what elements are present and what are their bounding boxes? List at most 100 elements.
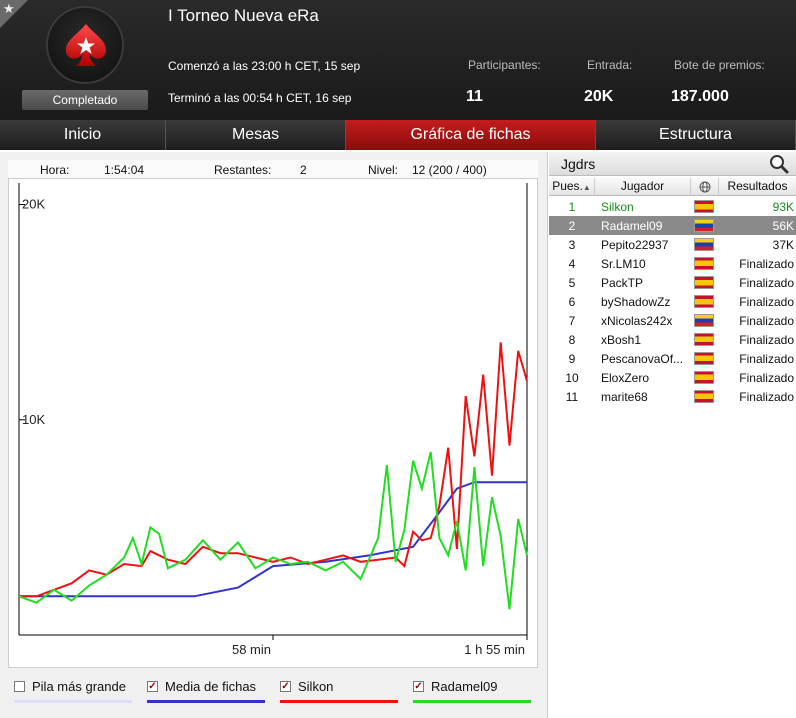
player-position: 10 <box>565 371 579 385</box>
player-result: Finalizado <box>739 390 794 404</box>
player-row[interactable]: 10 EloxZero Finalizado <box>549 368 796 387</box>
chip-chart-svg: 20K 10K 58 min 1 h 55 min <box>18 183 528 657</box>
player-name: PescanovaOf... <box>601 352 684 366</box>
player-position: 8 <box>568 333 576 347</box>
chart-info-row: Hora: 1:54:04 Restantes: 2 Nivel: 12 (20… <box>8 160 538 178</box>
chip-chart-panel: Hora: 1:54:04 Restantes: 2 Nivel: 12 (20… <box>0 152 548 718</box>
player-name: xBosh1 <box>601 333 642 347</box>
venezuela-flag-icon <box>694 219 714 232</box>
x-tick-label: 58 min <box>232 642 271 657</box>
players-panel: Jgdrs Pues.▲ Jugador Resultados 1 Silkon 9… <box>549 152 796 718</box>
player-row[interactable]: 6 byShadowZz Finalizado <box>549 292 796 311</box>
player-name: EloxZero <box>601 371 650 385</box>
spain-flag-icon <box>694 276 714 289</box>
tab-grafica-de-fichas[interactable]: Gráfica de fichas <box>346 120 596 150</box>
player-result: Finalizado <box>739 314 794 328</box>
average-stack-checkbox[interactable]: ✓ <box>147 681 158 692</box>
player-position: 4 <box>568 257 576 271</box>
hora-value: 1:54:04 <box>104 163 145 177</box>
player-position: 2 <box>568 219 576 233</box>
spain-flag-icon <box>694 371 714 384</box>
player-row[interactable]: 2 Radamel09 56K <box>549 216 796 235</box>
player-name: Sr.LM10 <box>601 257 646 271</box>
player-position: 7 <box>568 314 576 328</box>
legend-color-bar <box>14 700 132 703</box>
player-row[interactable]: 3 Pepito22937 37K <box>549 235 796 254</box>
player-result: Finalizado <box>739 352 794 366</box>
series-line-media-de-fichas <box>19 481 527 598</box>
spade-icon <box>66 24 106 66</box>
spain-flag-icon <box>694 352 714 365</box>
player-row[interactable]: 8 xBosh1 Finalizado <box>549 330 796 349</box>
player-position: 9 <box>568 352 576 366</box>
player-row[interactable]: 5 PackTP Finalizado <box>549 273 796 292</box>
status-badge: Completado <box>22 90 148 110</box>
spain-flag-icon <box>694 200 714 213</box>
player-result: 37K <box>772 238 794 252</box>
nivel-label: Nivel: <box>368 163 399 177</box>
column-header-results[interactable]: Resultados <box>719 178 796 196</box>
spain-flag-icon <box>694 295 714 308</box>
participants-value: 11 <box>466 88 483 105</box>
silkon-checkbox[interactable]: ✓ <box>280 681 291 692</box>
legend-color-bar <box>413 700 531 703</box>
star-icon[interactable]: ★ <box>3 1 15 17</box>
column-header-player[interactable]: Jugador <box>595 178 691 196</box>
tab-bar: Inicio Mesas Gráfica de fichas Estructur… <box>0 120 796 150</box>
column-label: Pues. <box>552 179 583 193</box>
player-name: Silkon <box>601 200 634 214</box>
tournament-title: I Torneo Nueva eRa <box>168 6 319 25</box>
participants-label: Participantes: <box>468 58 541 72</box>
entry-value: 20K <box>584 88 614 105</box>
player-row[interactable]: 9 PescanovaOf... Finalizado <box>549 349 796 368</box>
y-tick-label: 20K <box>22 197 45 212</box>
player-row[interactable]: 7 xNicolas242x Finalizado <box>549 311 796 330</box>
legend-label: Radamel09 <box>431 679 498 694</box>
tab-estructura[interactable]: Estructura <box>596 120 796 150</box>
player-name: Pepito22937 <box>601 238 669 252</box>
sort-ascending-icon: ▲ <box>582 183 591 192</box>
player-row[interactable]: 4 Sr.LM10 Finalizado <box>549 254 796 273</box>
radamel09-checkbox[interactable]: ✓ <box>413 681 424 692</box>
tab-mesas[interactable]: Mesas <box>166 120 346 150</box>
player-position: 11 <box>565 390 579 404</box>
player-result: Finalizado <box>739 257 794 271</box>
column-header-country[interactable] <box>691 178 719 196</box>
player-position: 6 <box>568 295 576 309</box>
restantes-label: Restantes: <box>214 163 272 177</box>
player-position: 1 <box>568 200 576 214</box>
chart-legend: Pila más grande ✓ Media de fichas ✓ Silk… <box>8 678 538 712</box>
tournament-header: ★ Completado I Torneo Nueva eRa Comenzó … <box>0 0 796 120</box>
legend-label: Pila más grande <box>32 679 126 694</box>
player-position: 5 <box>568 276 576 290</box>
player-row[interactable]: 1 Silkon 93K <box>549 197 796 216</box>
player-name: PackTP <box>601 276 644 290</box>
pokerstars-logo <box>46 6 124 84</box>
player-result: Finalizado <box>739 295 794 309</box>
player-result: Finalizado <box>739 276 794 290</box>
nivel-value: 12 (200 / 400) <box>412 163 487 177</box>
column-header-position[interactable]: Pues.▲ <box>549 178 595 196</box>
chip-chart: 20K 10K 58 min 1 h 55 min <box>8 178 538 668</box>
entry-label: Entrada: <box>587 58 633 72</box>
player-position: 3 <box>568 238 576 252</box>
player-name: marite68 <box>601 390 648 404</box>
prize-pool-value: 187.000 <box>671 88 729 105</box>
player-result: Finalizado <box>739 333 794 347</box>
player-row[interactable]: 11 marite68 Finalizado <box>549 387 796 406</box>
venezuela-flag-icon <box>694 314 714 327</box>
hora-label: Hora: <box>40 163 70 177</box>
player-name: xNicolas242x <box>601 314 673 328</box>
tab-inicio[interactable]: Inicio <box>0 120 166 150</box>
restantes-value: 2 <box>300 163 307 177</box>
player-name: Radamel09 <box>601 219 663 233</box>
player-result: 56K <box>772 219 794 233</box>
end-time: Terminó a las 00:54 h CET, 16 sep <box>168 91 352 105</box>
largest-stack-checkbox[interactable] <box>14 681 25 692</box>
y-tick-label: 10K <box>22 412 45 427</box>
spain-flag-icon <box>694 257 714 270</box>
legend-color-bar <box>280 700 398 703</box>
spain-flag-icon <box>694 390 714 403</box>
x-tick-label: 1 h 55 min <box>464 642 525 657</box>
search-icon[interactable] <box>768 153 790 175</box>
